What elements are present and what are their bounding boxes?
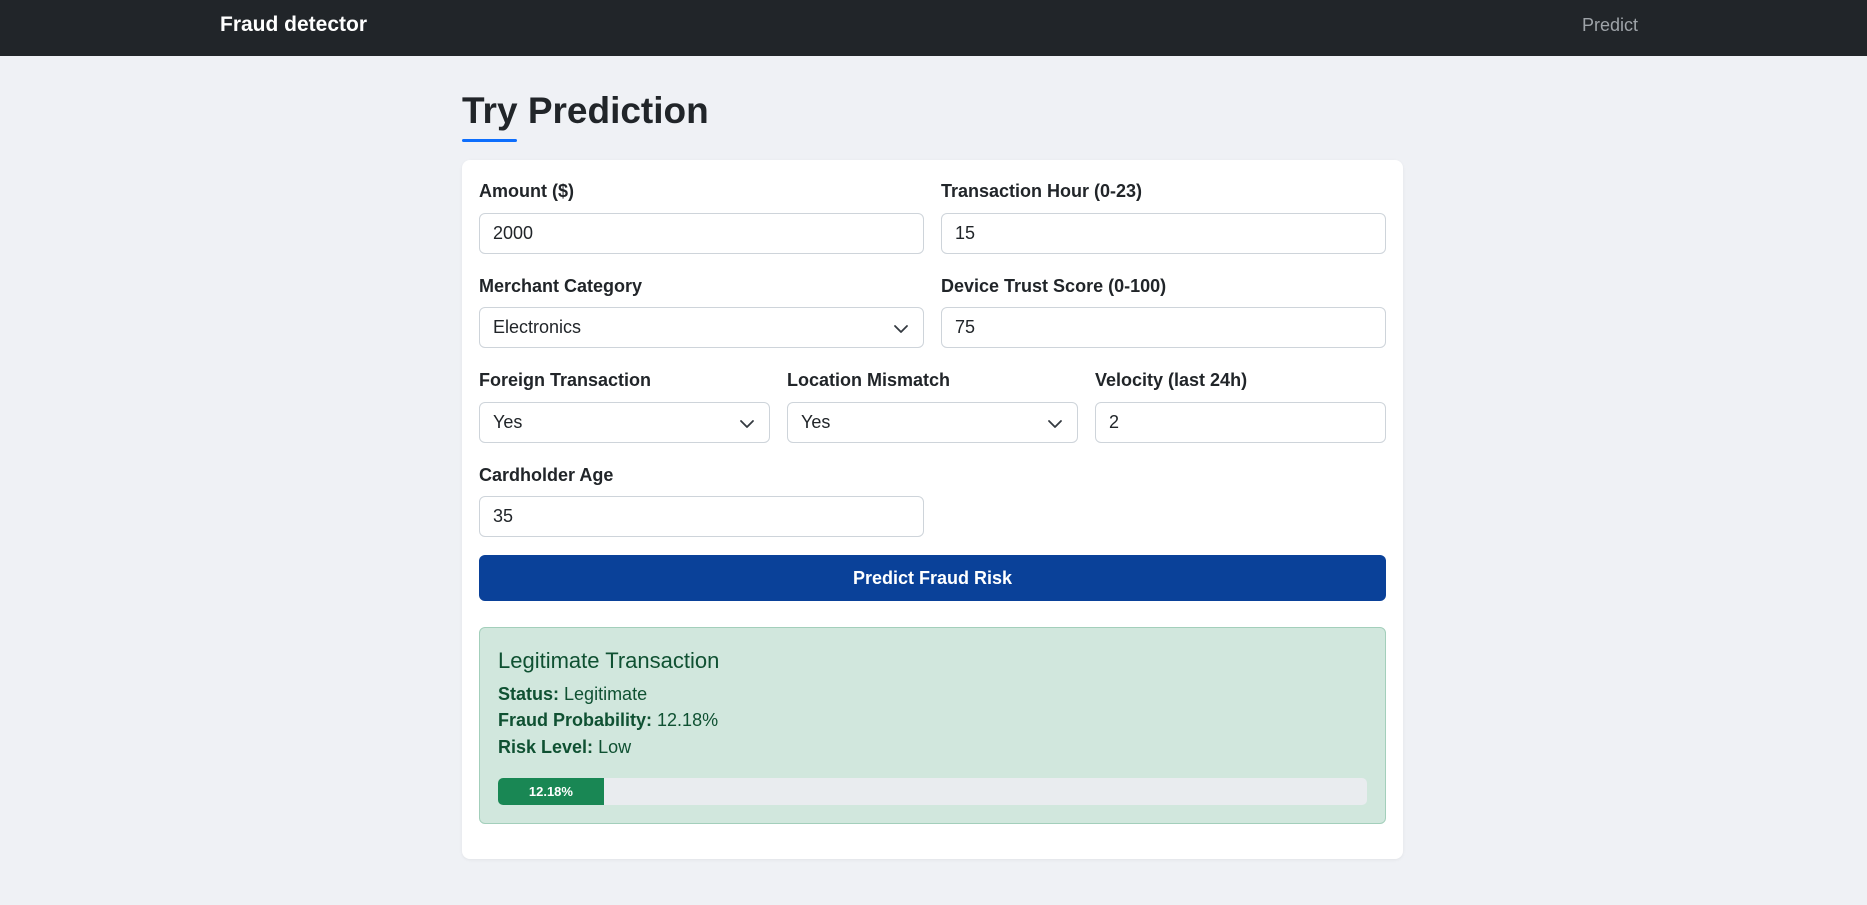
merchant-category-select[interactable]: Electronics xyxy=(479,307,924,348)
chevron-down-icon xyxy=(740,420,754,428)
cardholder-age-input[interactable]: 35 xyxy=(479,496,924,537)
location-mismatch-label: Location Mismatch xyxy=(787,370,951,390)
navbar-brand[interactable]: Fraud detector xyxy=(220,13,367,37)
transaction-hour-input[interactable]: 15 xyxy=(941,213,1386,254)
probability-value: 12.18% xyxy=(657,710,719,730)
result-risk-level: Risk Level: Low xyxy=(498,737,631,758)
device-trust-score-input[interactable]: 75 xyxy=(941,307,1386,348)
velocity-label: Velocity (last 24h) xyxy=(1095,370,1248,390)
fraud-probability-progress-bar: 12.18% xyxy=(498,778,604,805)
nav-link-predict[interactable]: Predict xyxy=(1582,15,1638,36)
result-heading: Legitimate Transaction xyxy=(498,648,720,673)
foreign-transaction-value: Yes xyxy=(493,412,523,432)
title-underline xyxy=(462,139,517,142)
prediction-form-card: Amount ($) 2000 Transaction Hour (0-23) … xyxy=(462,160,1403,859)
device-trust-score-label: Device Trust Score (0-100) xyxy=(941,276,1167,296)
predict-fraud-risk-button[interactable]: Predict Fraud Risk xyxy=(479,555,1386,601)
risk-level-value: Low xyxy=(598,737,632,757)
chevron-down-icon xyxy=(894,325,908,333)
merchant-category-label: Merchant Category xyxy=(479,276,643,296)
fraud-probability-progress: 12.18% xyxy=(498,778,1367,805)
velocity-input[interactable]: 2 xyxy=(1095,402,1386,443)
merchant-category-value: Electronics xyxy=(493,317,582,337)
status-value: Legitimate xyxy=(564,684,648,704)
location-mismatch-value: Yes xyxy=(801,412,831,432)
foreign-transaction-label: Foreign Transaction xyxy=(479,370,652,390)
navbar: Fraud detector Predict xyxy=(0,0,1867,56)
amount-label: Amount ($) xyxy=(479,181,574,201)
amount-input[interactable]: 2000 xyxy=(479,213,924,254)
result-status: Status: Legitimate xyxy=(498,684,647,705)
status-label: Status: xyxy=(498,684,560,704)
foreign-transaction-select[interactable]: Yes xyxy=(479,402,770,443)
cardholder-age-label: Cardholder Age xyxy=(479,465,614,485)
risk-level-label: Risk Level: xyxy=(498,737,594,757)
probability-label: Fraud Probability: xyxy=(498,710,653,730)
page-title: Try Prediction xyxy=(462,90,709,131)
chevron-down-icon xyxy=(1048,420,1062,428)
transaction-hour-label: Transaction Hour (0-23) xyxy=(941,181,1143,201)
result-alert: Legitimate Transaction Status: Legitimat… xyxy=(479,627,1386,824)
result-probability: Fraud Probability: 12.18% xyxy=(498,710,718,731)
location-mismatch-select[interactable]: Yes xyxy=(787,402,1078,443)
